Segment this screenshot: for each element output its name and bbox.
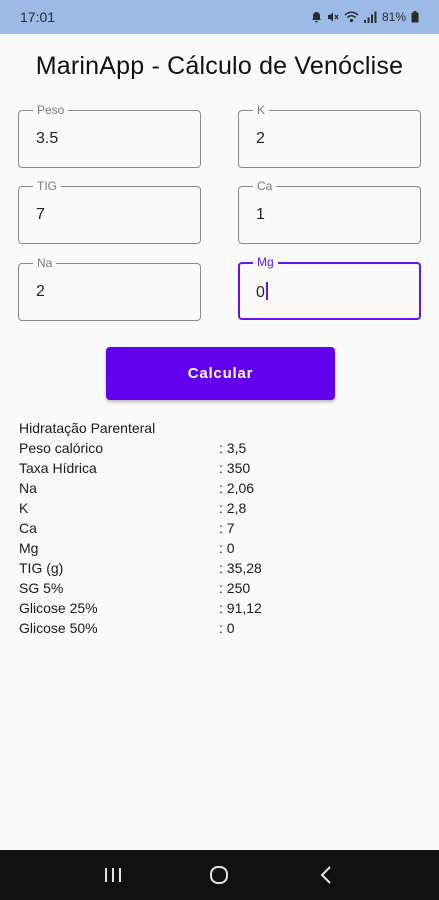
battery-percentage: 81% xyxy=(381,10,406,24)
status-time: 17:01 xyxy=(20,9,56,25)
peso-label: Peso xyxy=(33,103,69,117)
result-value: : 7 xyxy=(219,520,235,536)
na-label: Na xyxy=(33,256,57,270)
mg-label: Mg xyxy=(253,255,278,269)
recent-apps-button[interactable] xyxy=(93,855,133,895)
back-icon xyxy=(320,866,331,884)
result-value: : 0 xyxy=(219,620,235,636)
k-value[interactable]: 2 xyxy=(256,130,265,148)
result-value: : 250 xyxy=(219,580,251,596)
recent-apps-icon xyxy=(105,868,122,882)
result-value: : 91,12 xyxy=(219,600,262,616)
result-row: Ca : 7 xyxy=(19,518,419,538)
result-row: TIG (g) : 35,28 xyxy=(19,558,419,578)
home-button[interactable] xyxy=(199,855,239,895)
status-icons: 81% xyxy=(311,10,419,24)
back-button[interactable] xyxy=(306,855,346,895)
result-value: : 2,06 xyxy=(219,480,255,496)
na-field[interactable]: Na 2 xyxy=(18,256,201,321)
result-label: Glicose 25% xyxy=(19,600,98,616)
result-row: Glicose 25% : 91,12 xyxy=(19,598,419,618)
page-title: MarinApp - Cálculo de Venóclise xyxy=(35,52,404,80)
result-row: K : 2,8 xyxy=(19,498,419,518)
k-label: K xyxy=(253,103,270,117)
ca-value[interactable]: 1 xyxy=(256,206,265,224)
signal-icon xyxy=(363,11,377,23)
result-label: TIG (g) xyxy=(19,560,64,576)
navigation-bar xyxy=(0,850,439,900)
tig-field[interactable]: TIG 7 xyxy=(18,179,201,244)
result-label: Taxa Hídrica xyxy=(19,460,97,476)
status-bar: 17:01 81% xyxy=(0,0,439,34)
notification-icon xyxy=(311,12,321,23)
mg-value-text: 0 xyxy=(256,284,265,301)
result-row: Peso calórico : 3,5 xyxy=(19,438,419,458)
calculate-button[interactable]: Calcular xyxy=(106,347,335,400)
result-label: Glicose 50% xyxy=(19,620,98,636)
result-row: Na : 2,06 xyxy=(19,478,419,498)
result-label: SG 5% xyxy=(19,580,64,596)
mg-value[interactable]: 0 xyxy=(256,282,268,302)
mute-icon xyxy=(327,12,339,22)
home-icon xyxy=(210,866,229,884)
tig-label: TIG xyxy=(33,179,61,193)
result-value: : 2,8 xyxy=(219,500,247,516)
peso-field[interactable]: Peso 3.5 xyxy=(18,103,201,168)
na-value[interactable]: 2 xyxy=(36,283,45,301)
mg-field[interactable]: Mg 0 xyxy=(238,255,421,320)
result-value: : 350 xyxy=(219,460,251,476)
result-row: Mg : 0 xyxy=(19,538,419,558)
result-row: Glicose 50% : 0 xyxy=(19,618,419,638)
text-cursor xyxy=(265,282,268,300)
result-row: SG 5% : 250 xyxy=(19,578,419,598)
result-label: K xyxy=(19,500,29,516)
wifi-icon xyxy=(344,11,359,23)
ca-label: Ca xyxy=(253,179,277,193)
ca-field[interactable]: Ca 1 xyxy=(238,179,421,244)
battery-icon xyxy=(411,11,419,23)
results-panel: Hidratação Parenteral Peso calórico : 3,5… xyxy=(19,418,419,638)
result-label: Na xyxy=(19,480,37,496)
k-field[interactable]: K 2 xyxy=(238,103,421,168)
result-label: Peso calórico xyxy=(19,440,104,456)
results-heading: Hidratação Parenteral xyxy=(19,420,156,436)
result-value: : 3,5 xyxy=(219,440,247,456)
result-value: : 35,28 xyxy=(219,560,262,576)
result-label: Ca xyxy=(19,520,37,536)
result-row: Taxa Hídrica : 350 xyxy=(19,458,419,478)
result-label: Mg xyxy=(19,540,39,556)
peso-value[interactable]: 3.5 xyxy=(36,130,58,148)
result-value: : 0 xyxy=(219,540,235,556)
tig-value[interactable]: 7 xyxy=(36,206,45,224)
